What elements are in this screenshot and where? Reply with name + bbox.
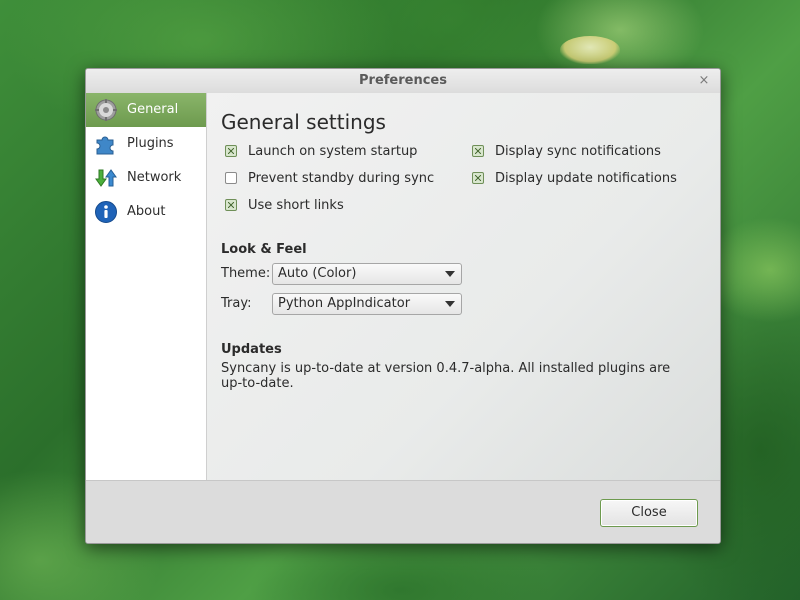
button-bar: Close — [86, 480, 720, 543]
puzzle-piece-icon — [94, 132, 118, 156]
tray-label: Tray: — [221, 296, 252, 311]
sidebar-item-label: Network — [127, 170, 182, 185]
general-settings-panel: General settings Launch on system startu… — [207, 93, 720, 480]
sidebar-item-label: Plugins — [127, 136, 174, 151]
checkbox-unchecked[interactable] — [225, 172, 237, 184]
sidebar: General Plugins Network About — [86, 93, 207, 480]
checkbox-checked[interactable] — [472, 145, 484, 157]
title-bar[interactable]: Preferences × — [86, 69, 720, 94]
theme-label: Theme: — [221, 266, 271, 281]
checkbox-checked[interactable] — [225, 199, 237, 211]
sidebar-item-label: General — [127, 102, 179, 117]
sidebar-item-plugins[interactable]: Plugins — [86, 127, 206, 161]
checkbox-label: Launch on system startup — [248, 144, 418, 159]
window-close-icon[interactable]: × — [696, 73, 712, 89]
theme-select-value: Auto (Color) — [278, 266, 357, 281]
wallpaper-flower — [560, 36, 620, 64]
look-and-feel-heading: Look & Feel — [221, 242, 307, 257]
info-icon — [94, 200, 118, 224]
checkbox-label: Prevent standby during sync — [248, 171, 435, 186]
updates-status-text: Syncany is up-to-date at version 0.4.7-a… — [221, 361, 671, 391]
chevron-down-icon — [445, 301, 455, 307]
tray-select-value: Python AppIndicator — [278, 296, 411, 311]
transfer-arrows-icon — [94, 166, 118, 190]
sidebar-item-label: About — [127, 204, 166, 219]
checkbox-checked[interactable] — [472, 172, 484, 184]
theme-select[interactable]: Auto (Color) — [272, 263, 462, 285]
checkbox-label: Use short links — [248, 198, 344, 213]
checkbox-checked[interactable] — [225, 145, 237, 157]
window-title: Preferences — [359, 73, 447, 88]
page-title: General settings — [221, 110, 386, 134]
checkbox-label: Display update notifications — [495, 171, 677, 186]
sidebar-item-general[interactable]: General — [86, 93, 206, 127]
updates-heading: Updates — [221, 342, 282, 357]
gear-icon — [94, 98, 118, 122]
chevron-down-icon — [445, 271, 455, 277]
sidebar-item-about[interactable]: About — [86, 195, 206, 229]
tray-select[interactable]: Python AppIndicator — [272, 293, 462, 315]
sidebar-item-network[interactable]: Network — [86, 161, 206, 195]
close-button[interactable]: Close — [600, 499, 698, 527]
preferences-window: Preferences × General Plugins Network Ab… — [85, 68, 721, 544]
checkbox-label: Display sync notifications — [495, 144, 661, 159]
